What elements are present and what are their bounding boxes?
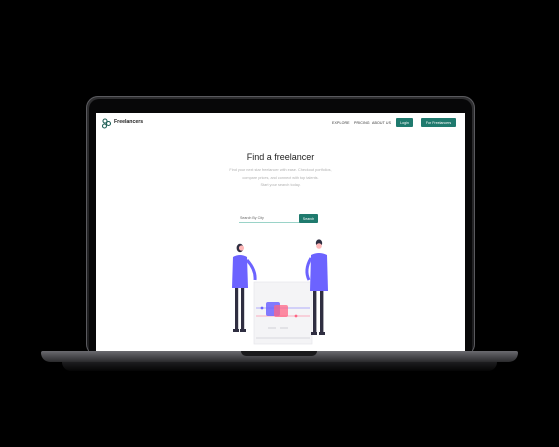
for-freelancers-button[interactable]: For Freelancers [421,118,456,127]
freelancers-illustration [232,239,328,345]
presentation-board-icon [253,281,313,345]
nav-about-link[interactable]: ABOUT US [372,121,391,125]
page-subtitle: Find your next star freelancer with ease… [216,167,345,190]
subtitle-line: Find your next star freelancer with ease… [229,168,332,172]
laptop-notch [241,351,317,356]
brand-name[interactable]: Freelancers [114,119,143,125]
login-button[interactable]: Login [396,118,413,127]
woman-figure-icon [232,243,257,332]
nav-explore-link[interactable]: EXPLORE [332,121,350,125]
page-title: Find a freelancer [246,152,315,162]
browser-screen: Freelancers EXPLORE PRICING ABOUT US Log… [96,113,465,352]
laptop-base-bottom [62,362,497,371]
navbar: Freelancers EXPLORE PRICING ABOUT US Log… [96,113,465,135]
subtitle-line: Start your search today. [260,183,301,187]
people-group-icon [101,118,112,129]
search-button[interactable]: Search [299,214,318,223]
nav-pricing-link[interactable]: PRICING [354,121,370,125]
subtitle-line: compare prices, and connect with top tal… [242,175,319,180]
search-city-input[interactable] [239,214,300,223]
